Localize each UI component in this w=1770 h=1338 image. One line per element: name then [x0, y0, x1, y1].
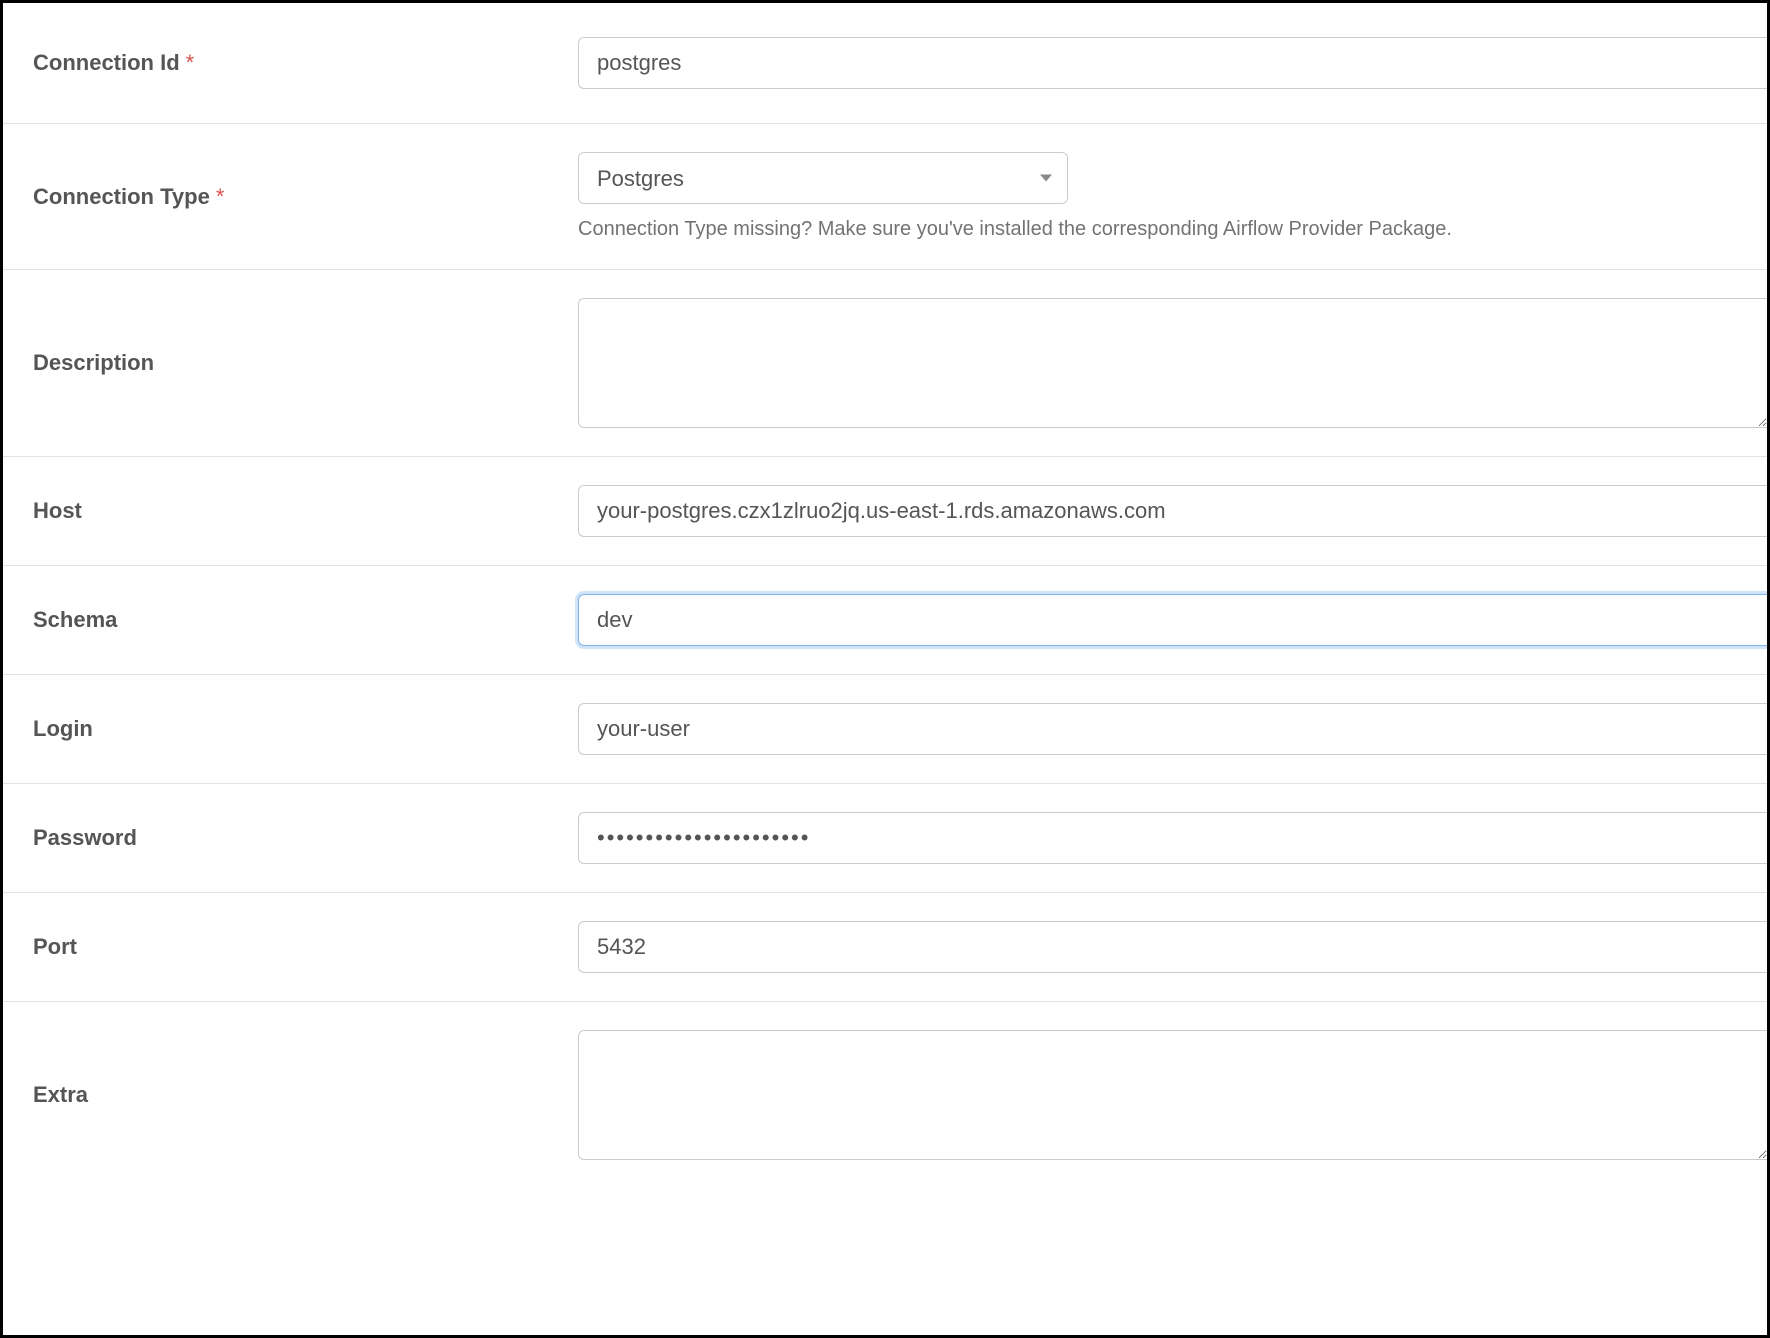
- connection-type-help: Connection Type missing? Make sure you'v…: [578, 218, 1767, 241]
- connection-type-select-wrap: Postgres: [578, 152, 1068, 204]
- label-text: Login: [33, 716, 93, 742]
- label-login: Login: [3, 675, 578, 783]
- row-connection-id: Connection Id *: [3, 3, 1767, 124]
- label-text: Schema: [33, 607, 117, 633]
- schema-input[interactable]: [578, 594, 1767, 646]
- label-text: Connection Id: [33, 50, 180, 76]
- row-host: Host: [3, 457, 1767, 566]
- label-text: Host: [33, 498, 82, 524]
- description-input[interactable]: [578, 298, 1767, 428]
- label-schema: Schema: [3, 566, 578, 674]
- row-description: Description: [3, 270, 1767, 457]
- label-extra: Extra: [3, 1002, 578, 1188]
- row-port: Port: [3, 893, 1767, 1002]
- label-text: Port: [33, 934, 77, 960]
- port-input[interactable]: [578, 921, 1767, 973]
- host-input[interactable]: [578, 485, 1767, 537]
- label-password: Password: [3, 784, 578, 892]
- required-asterisk-icon: *: [216, 184, 225, 210]
- connection-form: Connection Id * Connection Type * Postgr…: [0, 0, 1770, 1338]
- row-extra: Extra: [3, 1002, 1767, 1188]
- login-input[interactable]: [578, 703, 1767, 755]
- required-asterisk-icon: *: [186, 50, 195, 76]
- label-host: Host: [3, 457, 578, 565]
- label-text: Extra: [33, 1082, 88, 1108]
- label-text: Connection Type: [33, 184, 210, 210]
- row-schema: Schema: [3, 566, 1767, 675]
- label-text: Description: [33, 350, 154, 376]
- password-input[interactable]: [578, 812, 1767, 864]
- label-description: Description: [3, 270, 578, 456]
- label-connection-type: Connection Type *: [3, 124, 578, 269]
- label-connection-id: Connection Id *: [3, 3, 578, 123]
- label-text: Password: [33, 825, 137, 851]
- row-connection-type: Connection Type * Postgres Connection Ty…: [3, 124, 1767, 270]
- row-login: Login: [3, 675, 1767, 784]
- connection-id-input[interactable]: [578, 37, 1767, 89]
- extra-input[interactable]: [578, 1030, 1767, 1160]
- label-port: Port: [3, 893, 578, 1001]
- row-password: Password: [3, 784, 1767, 893]
- connection-type-select[interactable]: Postgres: [578, 152, 1068, 204]
